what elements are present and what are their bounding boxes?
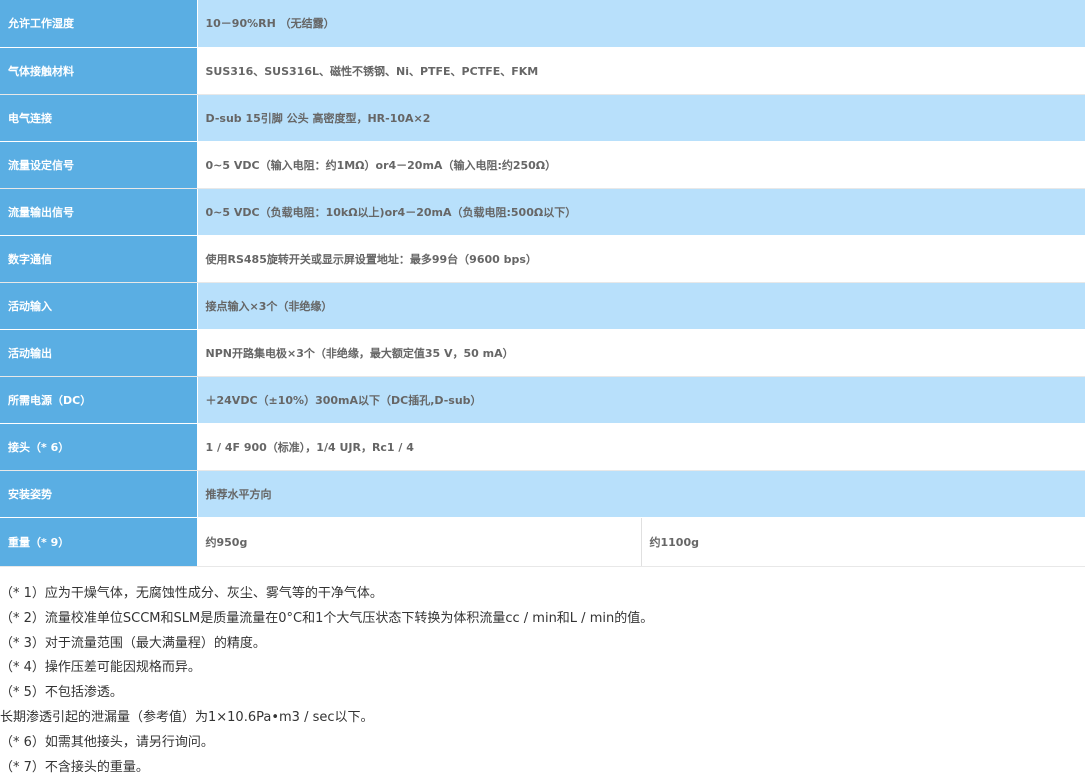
spec-value: 接点输入×3个（非绝缘）	[197, 282, 1085, 330]
spec-label: 允许工作湿度	[0, 0, 198, 48]
spec-label: 流量设定信号	[0, 141, 198, 189]
spec-label: 电气连接	[0, 94, 198, 142]
footnote: （* 1）应为干燥气体，无腐蚀性成分、灰尘、雾气等的干净气体。	[0, 586, 383, 601]
spec-row-weight: 重量（* 9） 约950g 约1100g	[0, 517, 1085, 567]
spec-row-event-output: 活动输出 NPN开路集电极×3个（非绝缘，最大额定值35 V，50 mA）	[0, 329, 1085, 377]
spec-row-power-supply: 所需电源（DC） ＋24VDC（±10%）300mA以下（DC插孔,D-sub）	[0, 376, 1085, 424]
footnote: （* 4）操作压差可能因规格而异。	[0, 660, 201, 676]
spec-value: SUS316、SUS316L、磁性不锈钢、Ni、PTFE、PCTFE、FKM	[197, 47, 1085, 95]
footnote: （* 6）如需其他接头，请另行询问。	[0, 734, 214, 750]
spec-row-electrical: 电气连接 D-sub 15引脚 公头 高密度型，HR-10A×2	[0, 94, 1085, 142]
spec-value-weight-a: 约950g	[197, 517, 642, 567]
footnotes: （* 1）应为干燥气体，无腐蚀性成分、灰尘、雾气等的干净气体。 （* 2）流量校…	[0, 582, 1085, 780]
spec-value: NPN开路集电极×3个（非绝缘，最大额定值35 V，50 mA）	[197, 329, 1085, 377]
spec-value: 1 / 4F 900（标准），1/4 UJR，Rc1 / 4	[197, 423, 1085, 471]
spec-value-weight-b: 约1100g	[641, 517, 1085, 567]
spec-label: 气体接触材料	[0, 47, 198, 95]
spec-label: 重量（* 9）	[0, 517, 198, 567]
spec-value: 0~5 VDC（负载电阻：10kΩ以上)or4－20mA（负载电阻:500Ω以下…	[197, 188, 1085, 236]
spec-label: 数字通信	[0, 235, 198, 283]
spec-value: ＋24VDC（±10%）300mA以下（DC插孔,D-sub）	[197, 376, 1085, 424]
spec-label: 活动输出	[0, 329, 198, 377]
spec-value: 10－90%RH （无结露）	[197, 0, 1085, 48]
spec-row-fitting: 接头（* 6） 1 / 4F 900（标准），1/4 UJR，Rc1 / 4	[0, 423, 1085, 471]
spec-row-materials: 气体接触材料 SUS316、SUS316L、磁性不锈钢、Ni、PTFE、PCTF…	[0, 47, 1085, 95]
spec-value: 推荐水平方向	[197, 470, 1085, 518]
spec-label: 所需电源（DC）	[0, 376, 198, 424]
footnote: （* 7）不含接头的重量。	[0, 759, 149, 775]
spec-row-digital-comm: 数字通信 使用RS485旋转开关或显示屏设置地址：最多99台（9600 bps）	[0, 235, 1085, 283]
spec-table: 允许工作湿度 10－90%RH （无结露） 气体接触材料 SUS316、SUS3…	[0, 0, 1085, 567]
spec-label: 安装姿势	[0, 470, 198, 518]
spec-label: 活动输入	[0, 282, 198, 330]
spec-row-mounting: 安装姿势 推荐水平方向	[0, 470, 1085, 518]
footnote: （* 5）不包括渗透。	[0, 685, 123, 701]
spec-label: 流量输出信号	[0, 188, 198, 236]
footnote: （* 2）流量校准单位SCCM和SLM是质量流量在0°C和1个大气压状态下转换为…	[0, 610, 654, 626]
footnote: 长期渗透引起的泄漏量（参考值）为1×10.6Pa•m3 / sec以下。	[0, 709, 374, 725]
spec-row-output-signal: 流量输出信号 0~5 VDC（负载电阻：10kΩ以上)or4－20mA（负载电阻…	[0, 188, 1085, 236]
spec-label: 接头（* 6）	[0, 423, 198, 471]
spec-value: 使用RS485旋转开关或显示屏设置地址：最多99台（9600 bps）	[197, 235, 1085, 283]
footnote: （* 3）对于流量范围（最大满量程）的精度。	[0, 635, 266, 651]
spec-row-event-input: 活动输入 接点输入×3个（非绝缘）	[0, 282, 1085, 330]
spec-value: 0~5 VDC（输入电阻：约1MΩ）or4－20mA（输入电阻:约250Ω）	[197, 141, 1085, 189]
spec-row-humidity: 允许工作湿度 10－90%RH （无结露）	[0, 0, 1085, 48]
spec-value: D-sub 15引脚 公头 高密度型，HR-10A×2	[197, 94, 1085, 142]
spec-row-setpoint-signal: 流量设定信号 0~5 VDC（输入电阻：约1MΩ）or4－20mA（输入电阻:约…	[0, 141, 1085, 189]
